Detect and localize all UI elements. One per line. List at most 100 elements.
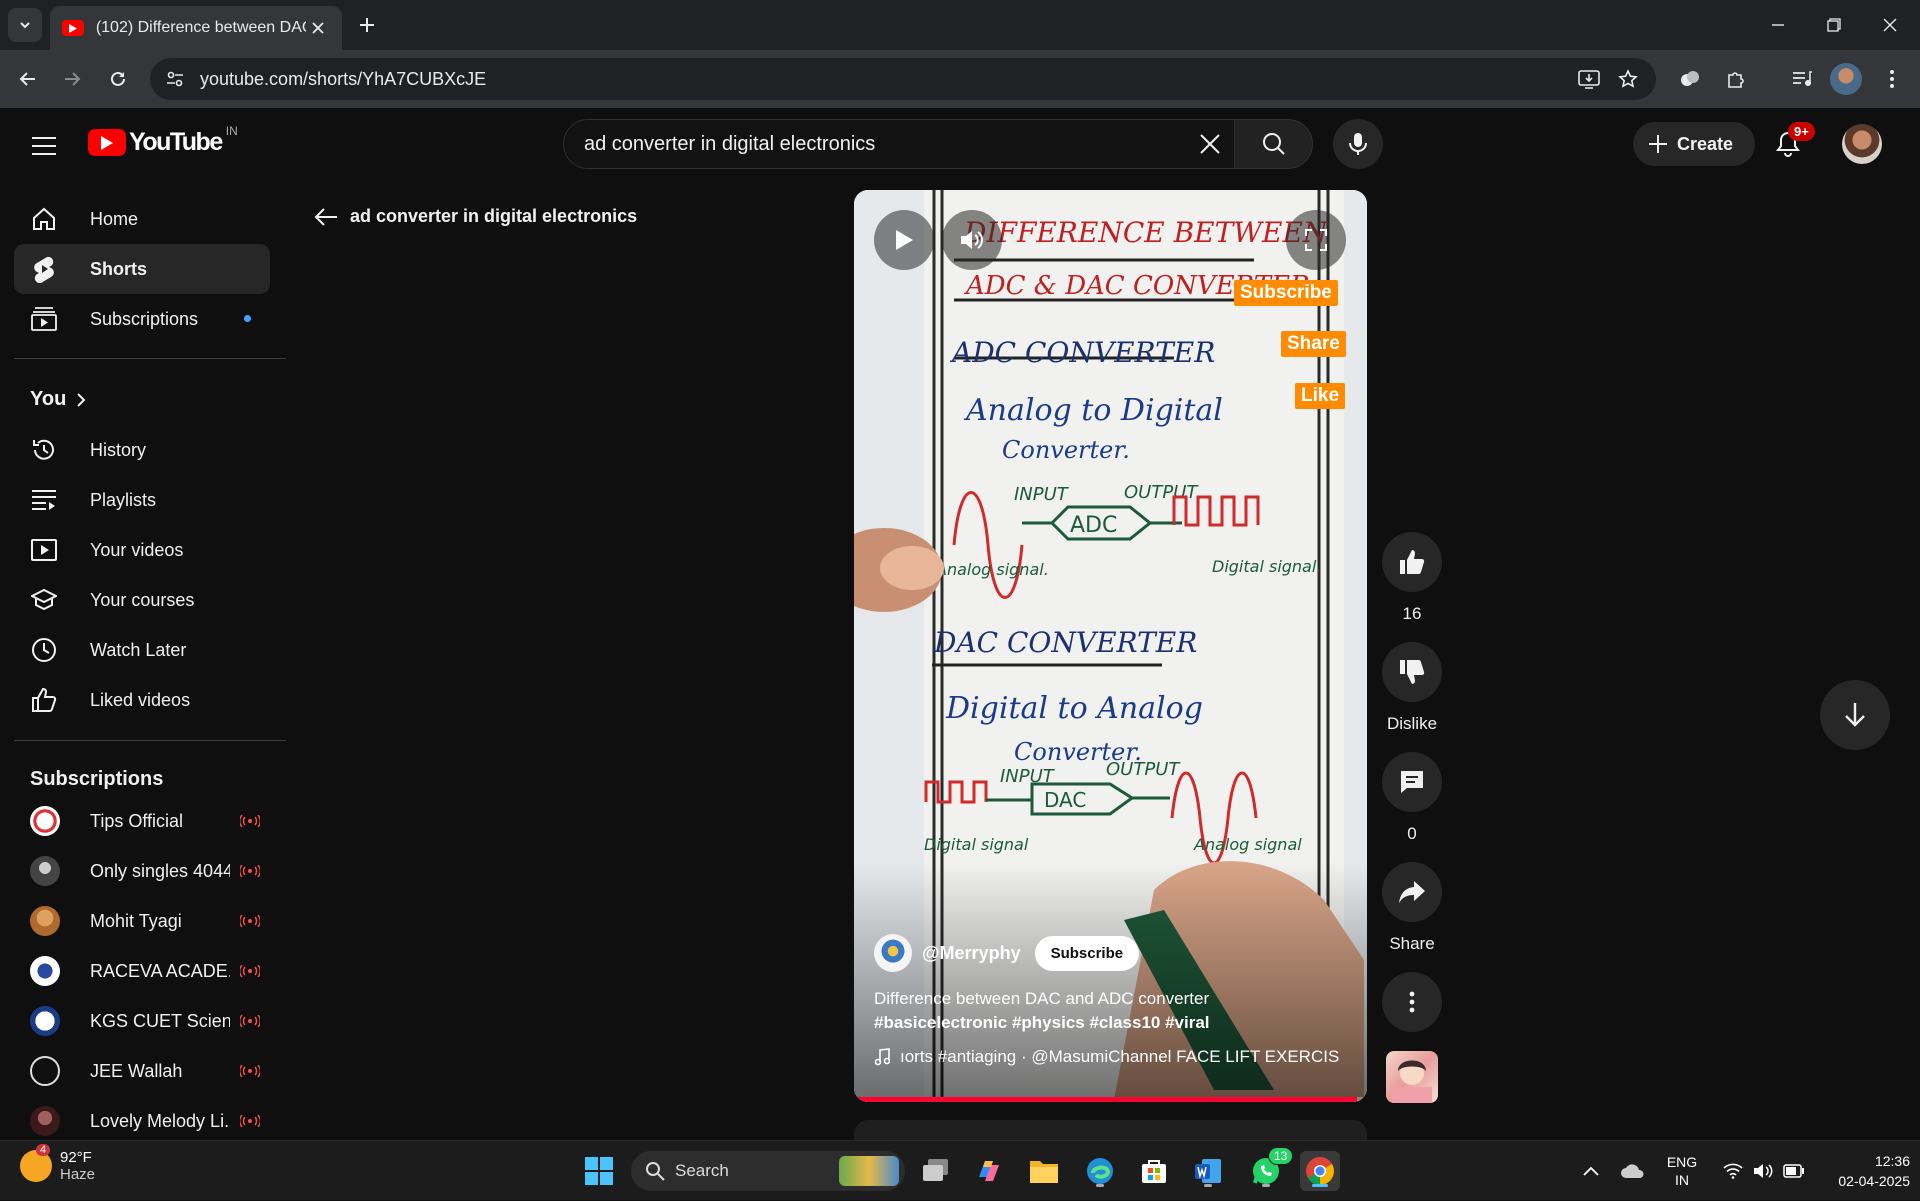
share-action[interactable]: Share (1382, 862, 1442, 954)
chrome-button[interactable] (1300, 1151, 1340, 1191)
next-short-preview (854, 1120, 1367, 1140)
clear-search-icon[interactable] (1186, 120, 1234, 168)
dislike-button[interactable] (1382, 642, 1442, 702)
youtube-logo[interactable]: YouTube IN (88, 124, 238, 157)
sound-remix-thumbnail[interactable] (1386, 1051, 1438, 1103)
short-hashtags[interactable]: #basicelectronic #physics #class10 #vira… (874, 1013, 1210, 1033)
search-input[interactable]: ad converter in digital electronics (563, 119, 1235, 169)
site-info-icon[interactable] (154, 58, 196, 100)
back-to-search-link[interactable]: ad converter in digital electronics (314, 206, 637, 227)
short-video-player[interactable]: DIFFERENCE BETWEEN ADC & DAC CONVERTER A… (854, 190, 1367, 1102)
short-title[interactable]: Difference between DAC and ADC converter (874, 989, 1209, 1009)
sidebar-item-home[interactable]: Home (14, 194, 270, 244)
weather-widget[interactable]: 4 92°F Haze (20, 1144, 95, 1183)
like-button[interactable] (1382, 532, 1442, 592)
sidebar-item-liked-videos[interactable]: Liked videos (14, 675, 270, 725)
share-button[interactable] (1382, 862, 1442, 922)
store-button[interactable] (1134, 1151, 1174, 1191)
sidebar-item-history[interactable]: History (14, 425, 270, 475)
volume-button[interactable] (942, 210, 1002, 270)
board-adc-output: OUTPUT (1124, 482, 1199, 503)
taskbar-search[interactable]: Search (631, 1151, 905, 1191)
battery-icon (1783, 1164, 1804, 1178)
subscription-item[interactable]: Mohit Tyagi (14, 896, 270, 946)
guide-menu-button[interactable] (24, 126, 64, 166)
quick-settings-button[interactable] (1714, 1141, 1814, 1201)
tab-search-button[interactable] (8, 8, 42, 42)
fullscreen-button[interactable] (1286, 210, 1346, 270)
sidebar-item-your-videos[interactable]: Your videos (14, 525, 270, 575)
voice-search-button[interactable] (1333, 119, 1383, 169)
play-button[interactable] (874, 210, 934, 270)
back-button[interactable] (12, 63, 44, 95)
more-action[interactable] (1382, 972, 1442, 1032)
chevron-up-icon (1583, 1166, 1599, 1176)
subscribe-button[interactable]: Subscribe (1034, 935, 1140, 971)
subscription-item[interactable]: RACEVA ACADE... (14, 946, 270, 996)
you-section-title[interactable]: You (30, 388, 86, 411)
edge-button[interactable] (1080, 1151, 1120, 1191)
search-query-text[interactable]: ad converter in digital electronics (584, 133, 1186, 156)
restore-button[interactable] (1806, 0, 1862, 50)
minimize-button[interactable] (1750, 0, 1806, 50)
more-options-button[interactable] (1382, 972, 1442, 1032)
word-button[interactable] (1188, 1151, 1228, 1191)
extension-icon[interactable] (1674, 63, 1706, 95)
music-row[interactable]: ıorts #antiaging · @MasumiChannel FACE L… (874, 1047, 1344, 1067)
whatsapp-button[interactable]: 13 (1246, 1147, 1294, 1191)
new-tab-button[interactable] (352, 10, 382, 40)
close-window-button[interactable] (1862, 0, 1918, 50)
sidebar-item-label: History (90, 439, 147, 460)
extensions-puzzle-icon[interactable] (1720, 63, 1752, 95)
overlay-subscribe-tag: Subscribe (1234, 280, 1338, 306)
dislike-action[interactable]: Dislike (1382, 642, 1442, 734)
active-indicator (1312, 1184, 1328, 1187)
bookmark-star-icon[interactable] (1618, 69, 1638, 89)
notifications-button[interactable]: 9+ (1768, 122, 1815, 164)
comments-action[interactable]: 0 (1382, 752, 1442, 844)
copilot-button[interactable] (969, 1151, 1009, 1191)
language-indicator[interactable]: ENG IN (1660, 1141, 1704, 1201)
clock[interactable]: 12:36 02-04-2025 (1814, 1141, 1910, 1201)
profile-avatar[interactable] (1830, 63, 1862, 95)
sidebar-item-subscriptions[interactable]: Subscriptions (14, 294, 270, 344)
account-avatar[interactable] (1842, 124, 1882, 164)
sidebar-item-playlists[interactable]: Playlists (14, 475, 270, 525)
sidebar-item-watch-later[interactable]: Watch Later (14, 625, 270, 675)
address-bar[interactable]: youtube.com/shorts/YhA7CUBXcJE (150, 58, 1656, 100)
video-progress-bar[interactable] (854, 1097, 1367, 1102)
courses-icon (30, 586, 58, 614)
music-note-icon (874, 1048, 890, 1066)
subscription-item[interactable]: Only singles 4044 (14, 846, 270, 896)
browser-tab-active[interactable]: (102) Difference between DAC and ADC con… (50, 6, 342, 50)
start-button[interactable] (579, 1151, 619, 1191)
sidebar-item-shorts[interactable]: Shorts (14, 244, 270, 294)
subscription-item[interactable]: JEE Wallah (14, 1046, 270, 1096)
media-control-icon[interactable] (1786, 63, 1818, 95)
show-hidden-icons-button[interactable] (1576, 1141, 1606, 1201)
sidebar-item-your-courses[interactable]: Your courses (14, 575, 270, 625)
chrome-menu-icon[interactable] (1876, 63, 1908, 95)
channel-avatar[interactable] (874, 934, 912, 972)
subscription-item[interactable]: Lovely Melody Li... (14, 1096, 270, 1140)
reload-button[interactable] (102, 63, 134, 95)
channel-handle[interactable]: @Merryphy (922, 943, 1021, 964)
windows-taskbar: 4 92°F Haze Search 13 ENG IN 12:36 02-04… (0, 1140, 1920, 1200)
subscription-item[interactable]: Tips Official (14, 796, 270, 846)
tab-close-icon[interactable] (306, 16, 330, 40)
next-short-button[interactable] (1820, 680, 1890, 750)
comment-icon (1401, 771, 1423, 793)
search-button[interactable] (1235, 119, 1313, 169)
subscription-item[interactable]: KGS CUET Scien... (14, 996, 270, 1046)
arrow-left-icon (19, 72, 35, 86)
create-button[interactable]: Create (1633, 122, 1755, 166)
whatsapp-badge: 13 (1268, 1147, 1294, 1165)
install-app-icon[interactable] (1578, 69, 1600, 89)
comments-button[interactable] (1382, 752, 1442, 812)
like-action[interactable]: 16 (1382, 532, 1442, 624)
forward-button[interactable] (56, 63, 88, 95)
onedrive-button[interactable] (1618, 1141, 1648, 1201)
close-icon (1883, 18, 1897, 32)
task-view-button[interactable] (916, 1151, 956, 1191)
file-explorer-button[interactable] (1024, 1151, 1064, 1191)
